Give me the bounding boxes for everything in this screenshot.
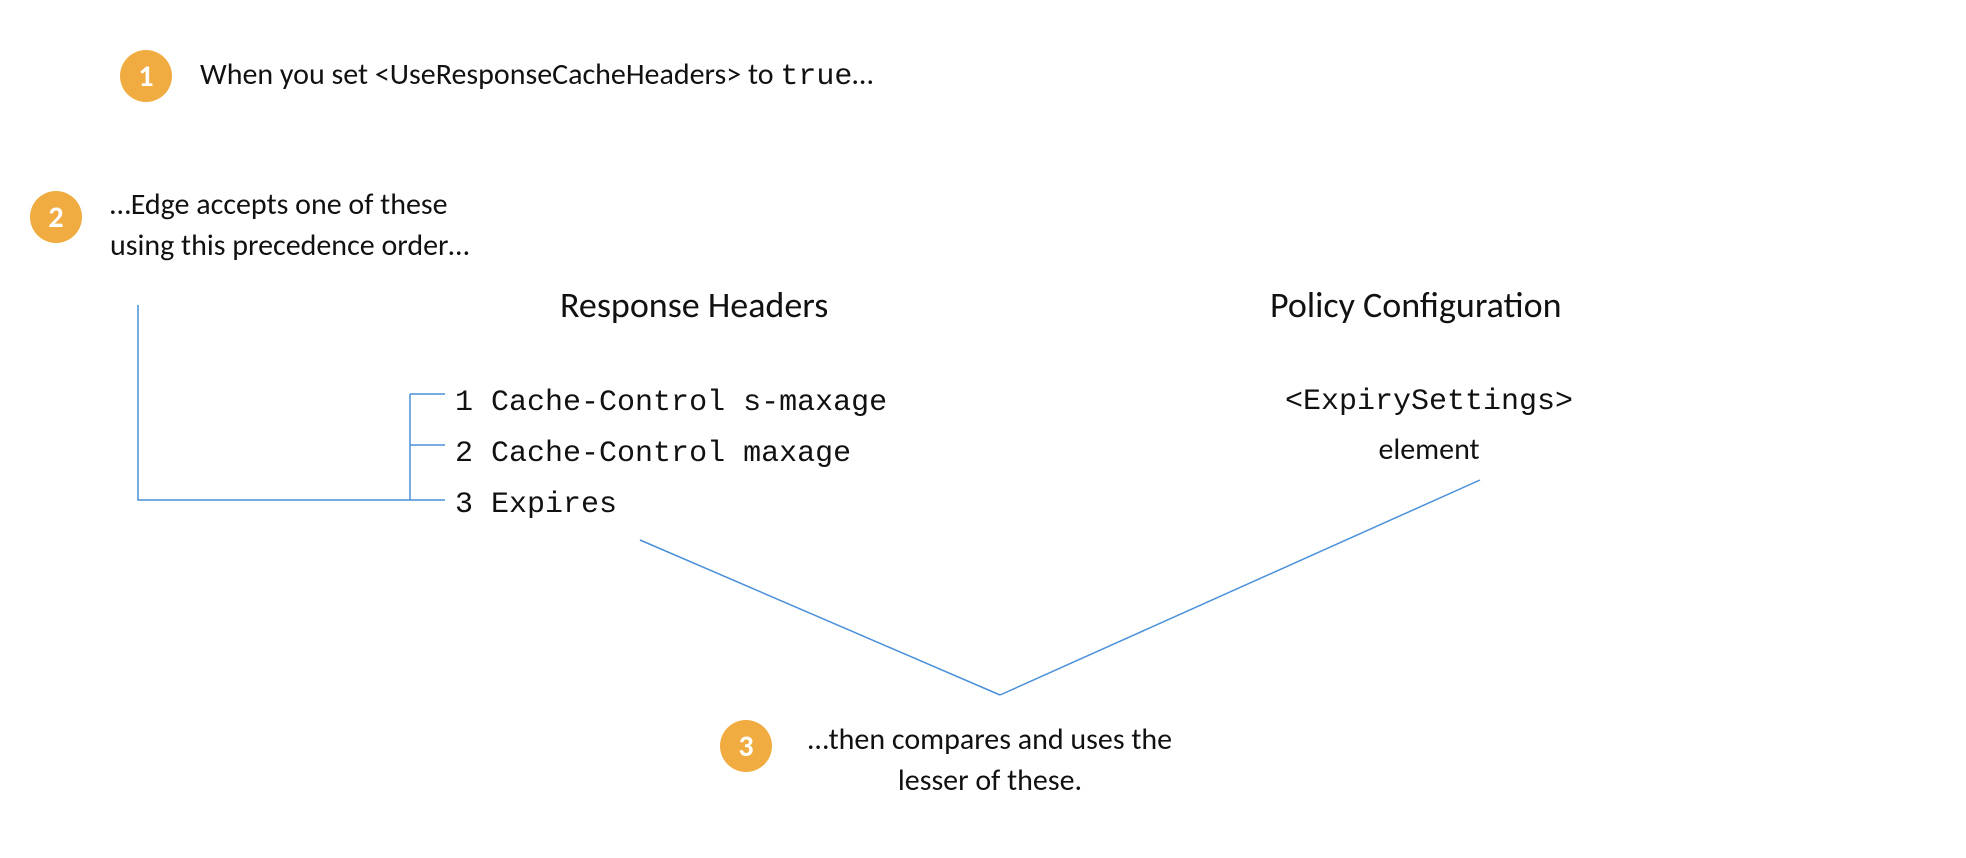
step-1-value: true — [780, 60, 852, 94]
step-3-number: 3 — [738, 728, 753, 765]
step-1-mid: to — [741, 56, 780, 93]
header-item-2-num: 2 — [455, 437, 473, 471]
response-headers-list: 1 Cache-Control s-maxage 2 Cache-Control… — [455, 378, 887, 531]
step-2-number: 2 — [48, 199, 63, 236]
header-item-2-text: Cache-Control maxage — [491, 437, 851, 471]
step-1-text: When you set <UseResponseCacheHeaders> t… — [200, 55, 873, 98]
policy-config-block: <ExpirySettings> element — [1285, 378, 1573, 474]
step-1-suffix: … — [852, 56, 873, 93]
header-item-1: 1 Cache-Control s-maxage — [455, 378, 887, 429]
policy-label: element — [1285, 426, 1573, 474]
step-1-number: 1 — [138, 58, 153, 95]
step-1: 1 When you set <UseResponseCacheHeaders>… — [120, 50, 873, 102]
header-item-1-text: Cache-Control s-maxage — [491, 386, 887, 420]
step-2: 2 …Edge accepts one of these using this … — [30, 185, 490, 266]
header-item-1-num: 1 — [455, 386, 473, 420]
step-3: 3 …then compares and uses the lesser of … — [720, 720, 1180, 801]
header-item-2: 2 Cache-Control maxage — [455, 429, 887, 480]
header-item-3-num: 3 — [455, 488, 473, 522]
step-2-text: …Edge accepts one of these using this pr… — [110, 185, 490, 266]
step-1-prefix: When you set — [200, 56, 375, 93]
step-1-tag: <UseResponseCacheHeaders> — [375, 56, 741, 93]
header-item-3: 3 Expires — [455, 480, 887, 531]
step-2-badge: 2 — [30, 191, 82, 243]
heading-policy-configuration: Policy Configuration — [1270, 283, 1562, 327]
header-item-3-text: Expires — [491, 488, 617, 522]
step-1-badge: 1 — [120, 50, 172, 102]
policy-tag: <ExpirySettings> — [1285, 378, 1573, 426]
step-3-badge: 3 — [720, 720, 772, 772]
heading-response-headers: Response Headers — [560, 283, 828, 327]
step-3-text: …then compares and uses the lesser of th… — [800, 720, 1180, 801]
